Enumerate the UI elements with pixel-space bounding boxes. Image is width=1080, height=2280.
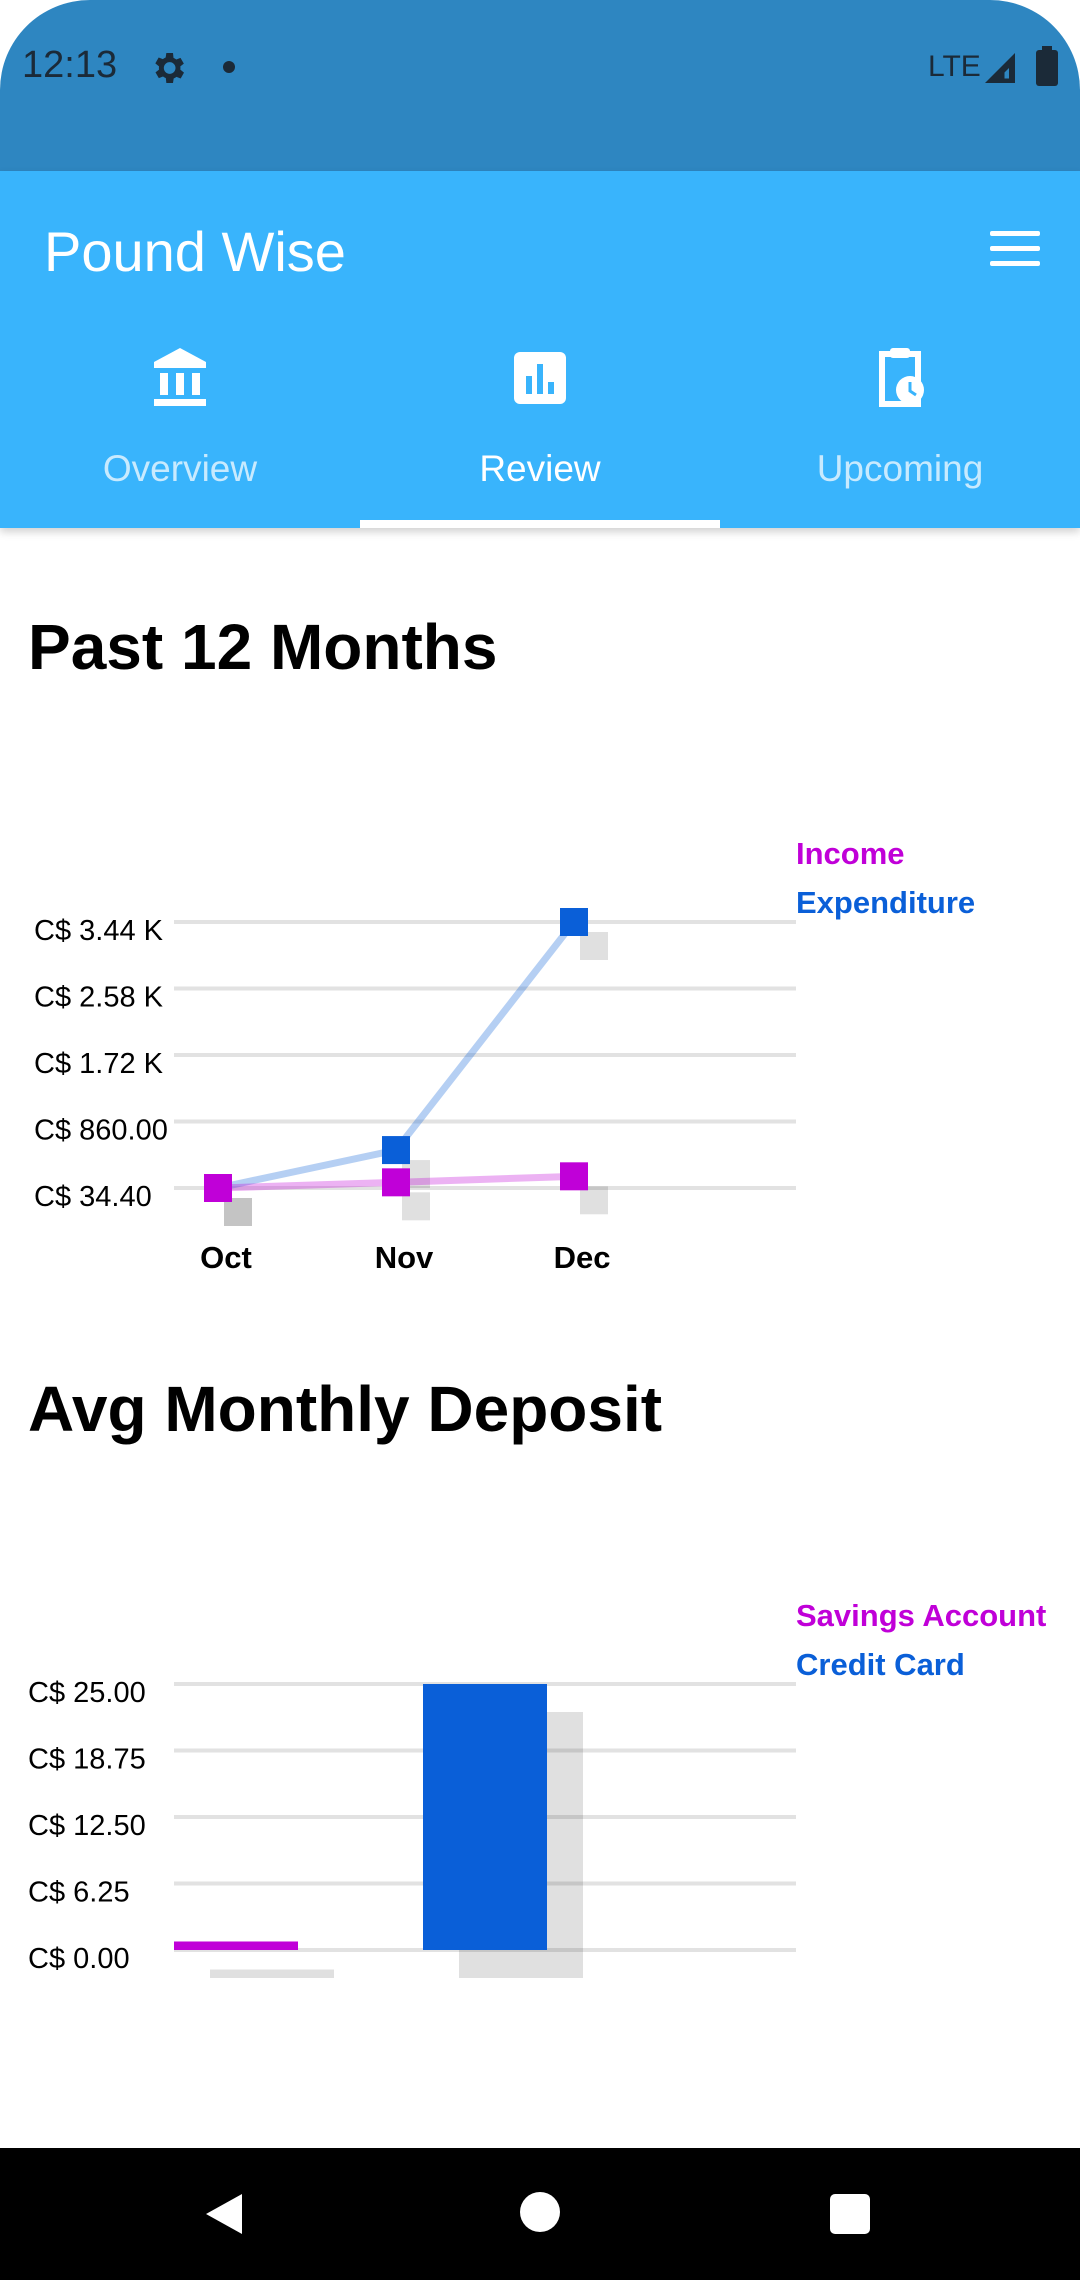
y-tick-label: C$ 0.00	[28, 1943, 130, 1975]
tab-review-label: Review	[479, 448, 601, 489]
point-shadow	[402, 1192, 430, 1221]
point-shadow	[580, 1186, 608, 1215]
signal-icon	[985, 53, 1015, 83]
y-tick-label: C$ 34.40	[34, 1181, 152, 1213]
y-tick-label: C$ 12.50	[28, 1810, 146, 1842]
line-chart-svg: C$ 3.44 K C$ 2.58 K C$ 1.72 K C$ 860.00 C$ 3…	[34, 836, 975, 1275]
notification-dot-icon	[223, 61, 235, 73]
legend-income: Income	[796, 836, 905, 871]
avg-deposit-bar-chart: C$ 25.00 C$ 18.75 C$ 12.50 C$ 6.25 C$ 0.00 Sa…	[0, 1580, 1080, 2000]
tab-review[interactable]: Review	[360, 346, 720, 528]
app-title: Pound Wise	[44, 220, 346, 283]
recents-icon[interactable]	[830, 2194, 870, 2234]
app-bar: Pound Wise Overview Review Upcoming	[0, 171, 1080, 528]
y-tick-label: C$ 1.72 K	[34, 1048, 164, 1080]
past-months-title: Past 12 Months	[28, 611, 498, 683]
legend-credit-card: Credit Card	[796, 1647, 965, 1682]
y-tick-label: C$ 860.00	[34, 1115, 168, 1147]
avg-deposit-title: Avg Monthly Deposit	[28, 1373, 663, 1445]
active-tab-indicator	[360, 520, 720, 528]
data-point-expenditure	[560, 908, 588, 936]
phone-screen: 12:13 LTE Pound Wise Overview Review Upc…	[0, 0, 1080, 2280]
legend-savings-account: Savings Account	[796, 1598, 1046, 1633]
system-nav-bar	[0, 2148, 1080, 2280]
home-icon[interactable]	[520, 2192, 560, 2232]
x-tick-label: Dec	[554, 1240, 611, 1275]
bar-chart-svg: C$ 25.00 C$ 18.75 C$ 12.50 C$ 6.25 C$ 0.00 Sa…	[28, 1598, 1046, 1978]
bar-savings-account	[174, 1941, 298, 1950]
y-tick-label: C$ 3.44 K	[34, 915, 164, 947]
y-tick-label: C$ 2.58 K	[34, 982, 164, 1014]
y-tick-label: C$ 25.00	[28, 1677, 146, 1709]
status-time: 12:13	[22, 44, 118, 86]
bar-credit-card	[423, 1684, 547, 1950]
gear-icon	[155, 53, 184, 83]
legend-expenditure: Expenditure	[796, 885, 975, 920]
y-tick-label: C$ 18.75	[28, 1744, 146, 1776]
data-point-income	[382, 1168, 410, 1197]
status-bar: 12:13 LTE	[0, 0, 1080, 171]
clipboard-clock-icon	[879, 348, 924, 407]
back-icon[interactable]	[200, 2190, 248, 2238]
past-months-line-chart: C$ 3.44 K C$ 2.58 K C$ 1.72 K C$ 860.00 C$ 3…	[0, 820, 1080, 1300]
y-tick-label: C$ 6.25	[28, 1877, 130, 1909]
bar-chart-icon	[514, 352, 566, 404]
bank-icon	[154, 348, 206, 406]
data-point-income	[560, 1162, 588, 1191]
tab-upcoming-label: Upcoming	[816, 448, 984, 489]
bar-shadow	[210, 1969, 334, 1978]
tab-upcoming[interactable]: Upcoming	[720, 346, 1080, 528]
tab-overview-label: Overview	[102, 448, 258, 489]
hamburger-menu-icon[interactable]	[990, 229, 1040, 269]
data-point-income	[204, 1174, 232, 1202]
data-point-expenditure	[382, 1136, 410, 1165]
tab-overview[interactable]: Overview	[0, 346, 360, 528]
point-shadow	[224, 1198, 252, 1226]
x-tick-label: Nov	[375, 1240, 434, 1275]
point-shadow	[580, 932, 608, 960]
battery-icon	[1036, 46, 1058, 86]
x-tick-label: Oct	[200, 1240, 252, 1275]
network-type: LTE	[928, 50, 981, 83]
